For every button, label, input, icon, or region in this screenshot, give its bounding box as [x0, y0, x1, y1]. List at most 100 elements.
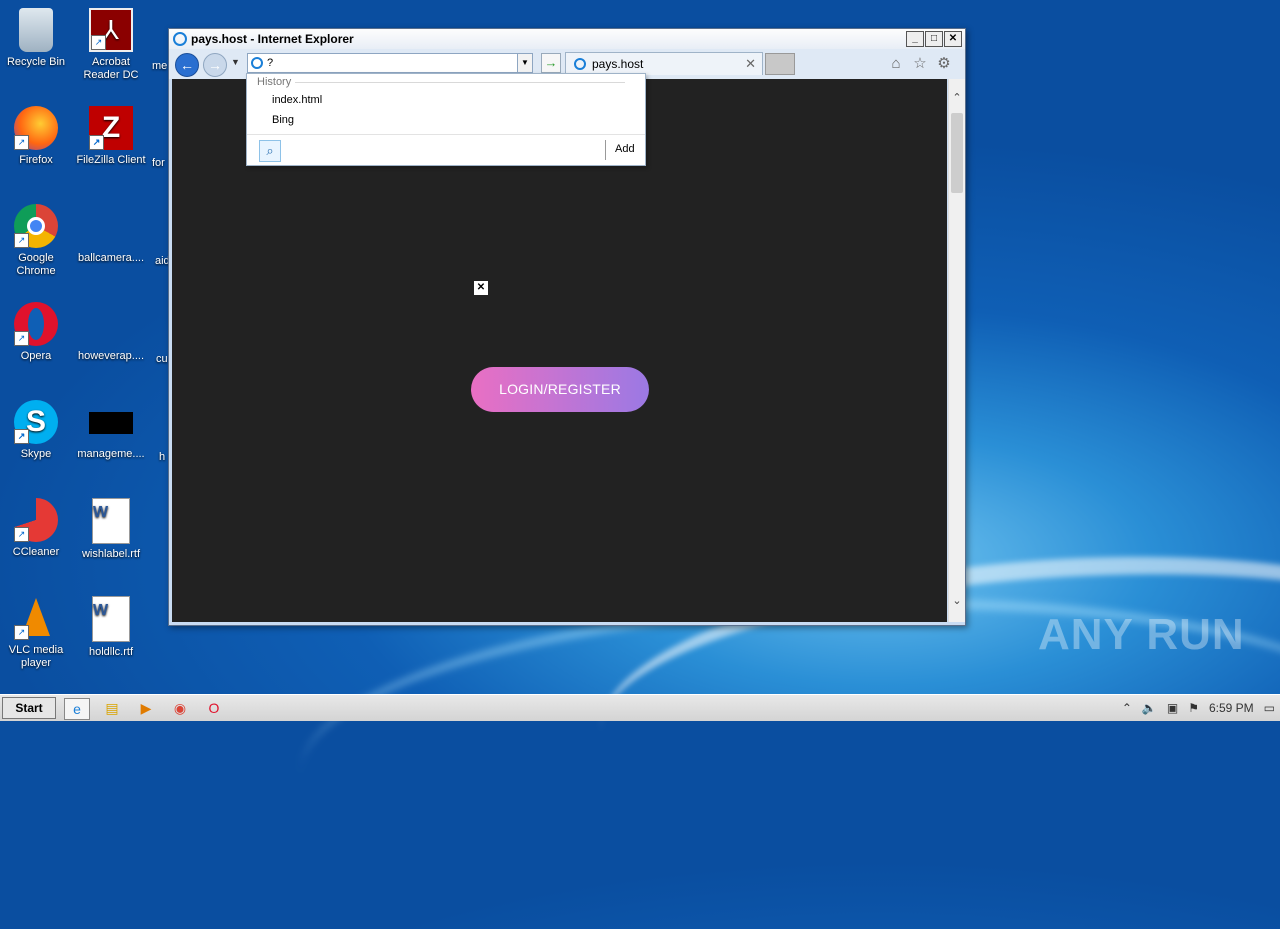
close-button[interactable]: ✕: [944, 31, 962, 47]
desktop-icon-label: Opera: [20, 350, 52, 362]
window-title-bar[interactable]: pays.host - Internet Explorer _ □ ✕: [169, 29, 965, 49]
history-item-index-html[interactable]: index.html: [272, 94, 322, 106]
tab-label: pays.host: [592, 57, 644, 71]
desktop-icon-howeverap[interactable]: howeverap....: [75, 302, 147, 363]
desktop-icon-label: howeverap....: [77, 350, 145, 362]
acrobat-icon: ⅄ ↗: [89, 8, 133, 52]
address-input[interactable]: [267, 57, 507, 69]
scroll-thumb[interactable]: [951, 113, 963, 193]
shortcut-arrow-icon: ↗: [14, 429, 29, 444]
blank-file-icon: [89, 204, 133, 248]
desktop-icon-vlc[interactable]: ↗ VLC media player: [0, 596, 72, 670]
desktop-icon-wishlabel[interactable]: W wishlabel.rtf: [75, 498, 147, 561]
divider: [247, 134, 645, 135]
taskbar-ie-icon[interactable]: e: [64, 698, 90, 720]
desktop-icon-manageme[interactable]: manageme....: [75, 400, 147, 461]
desktop-icon-label: FileZilla Client: [76, 154, 146, 166]
taskbar-opera-icon[interactable]: O: [202, 698, 226, 718]
add-search-provider-button[interactable]: Add: [615, 143, 635, 155]
address-dropdown-icon[interactable]: ▼: [517, 54, 532, 72]
desktop-icon-label: ballcamera....: [77, 252, 145, 264]
scroll-up-icon[interactable]: ⌃: [949, 91, 965, 107]
desktop-icon-firefox[interactable]: ↗ Firefox: [0, 106, 72, 167]
filezilla-icon: Z ↗: [89, 106, 133, 150]
desktop-icon-ballcamera[interactable]: ballcamera....: [75, 204, 147, 265]
taskbar-explorer-icon[interactable]: ▤: [100, 698, 124, 718]
action-center-flag-icon[interactable]: ⚑: [1188, 701, 1199, 715]
word-document-icon: W: [92, 596, 130, 642]
desktop-icon-filezilla[interactable]: Z ↗ FileZilla Client: [75, 106, 147, 167]
history-section-label: History: [257, 76, 292, 88]
desktop-icon-label: Recycle Bin: [6, 56, 66, 68]
desktop-icon-label: Skype: [20, 448, 52, 460]
shortcut-arrow-icon: ↗: [14, 331, 29, 346]
desktop-icon-label: VLC media player: [8, 644, 64, 669]
shortcut-arrow-icon: ↗: [14, 135, 29, 150]
gear-icon[interactable]: ⚙: [935, 55, 953, 73]
clock[interactable]: 6:59 PM: [1209, 701, 1254, 715]
desktop-icon-label: holdllc.rtf: [88, 646, 134, 658]
divider: [295, 82, 625, 83]
new-tab-button[interactable]: [765, 53, 795, 75]
skype-icon: S ↗: [14, 400, 58, 444]
shortcut-arrow-icon: ↗: [89, 135, 104, 150]
address-bar[interactable]: ▼: [247, 53, 533, 73]
desktop-icon-chrome[interactable]: ↗ Google Chrome: [0, 204, 72, 278]
anyrun-watermark: ANY RUN: [1038, 610, 1245, 659]
page-icon: [251, 57, 263, 69]
desktop-icon-recycle-bin[interactable]: Recycle Bin: [0, 8, 72, 69]
ccleaner-icon: ↗: [14, 498, 58, 542]
desktop-icon-label: Google Chrome: [16, 252, 56, 277]
desktop-icon-ccleaner[interactable]: ↗ CCleaner: [0, 498, 72, 559]
desktop-icon-acrobat[interactable]: ⅄ ↗ Acrobat Reader DC: [75, 8, 147, 82]
back-arrow-icon[interactable]: ←: [175, 53, 199, 77]
vlc-icon: ↗: [14, 596, 58, 640]
minimize-button[interactable]: _: [906, 31, 924, 47]
start-button[interactable]: Start: [2, 697, 56, 719]
vertical-scrollbar[interactable]: ⌃ ⌄: [948, 79, 965, 622]
taskbar-chrome-icon[interactable]: ◉: [168, 698, 192, 718]
scroll-down-icon[interactable]: ⌄: [949, 594, 965, 610]
home-icon[interactable]: ⌂: [887, 55, 905, 73]
word-document-icon: W: [92, 498, 130, 544]
broken-image-icon: ✕: [474, 281, 488, 295]
close-tab-icon[interactable]: ✕: [745, 56, 756, 72]
desktop-icon-label: Acrobat Reader DC: [83, 56, 139, 81]
search-icon[interactable]: ⌕: [259, 140, 281, 162]
blank-file-icon: [89, 302, 133, 346]
taskbar-media-player-icon[interactable]: ▶: [134, 698, 158, 718]
desktop-icon-label: Firefox: [19, 154, 53, 166]
desktop-icon-label: manageme....: [77, 448, 145, 460]
address-suggestions-dropdown: History index.html Bing ⌕ Add: [246, 73, 646, 166]
desktop-icon-holdllc[interactable]: W holdllc.rtf: [75, 596, 147, 659]
tab-pays-host[interactable]: pays.host ✕: [565, 52, 763, 75]
login-register-button[interactable]: LOGIN/REGISTER: [471, 367, 649, 412]
desktop-icon-label: CCleaner: [12, 546, 60, 558]
chrome-icon: ↗: [14, 204, 58, 248]
shortcut-arrow-icon: ↗: [14, 625, 29, 640]
system-tray: ⌃ 🔈 ▣ ⚑ 6:59 PM ▭: [1117, 695, 1280, 721]
desktop-icon-opera[interactable]: ↗ Opera: [0, 302, 72, 363]
network-icon[interactable]: ▣: [1167, 701, 1178, 715]
recent-pages-chevron-icon[interactable]: ▼: [231, 57, 240, 67]
ie-logo-icon: [173, 32, 187, 46]
show-desktop-icon[interactable]: ▭: [1264, 701, 1275, 715]
opera-icon: ↗: [14, 302, 58, 346]
desktop-icon-label: wishlabel.rtf: [81, 548, 141, 560]
maximize-button[interactable]: □: [925, 31, 943, 47]
taskbar: Start e ▤ ▶ ◉ O ⌃ 🔈 ▣ ⚑ 6:59 PM ▭: [0, 694, 1280, 721]
page-icon: [574, 58, 586, 70]
black-file-icon: [89, 412, 133, 434]
shortcut-arrow-icon: ↗: [14, 233, 29, 248]
go-button[interactable]: →: [541, 53, 561, 73]
volume-icon[interactable]: 🔈: [1142, 701, 1157, 715]
favorites-star-icon[interactable]: ☆: [911, 55, 929, 73]
forward-arrow-icon[interactable]: →: [203, 53, 227, 77]
history-item-bing[interactable]: Bing: [272, 114, 294, 126]
shortcut-arrow-icon: ↗: [14, 527, 29, 542]
window-title: pays.host - Internet Explorer: [191, 32, 354, 46]
divider: [605, 140, 606, 160]
tray-expand-icon[interactable]: ⌃: [1122, 701, 1132, 715]
shortcut-arrow-icon: ↗: [91, 35, 106, 50]
desktop-icon-skype[interactable]: S ↗ Skype: [0, 400, 72, 461]
